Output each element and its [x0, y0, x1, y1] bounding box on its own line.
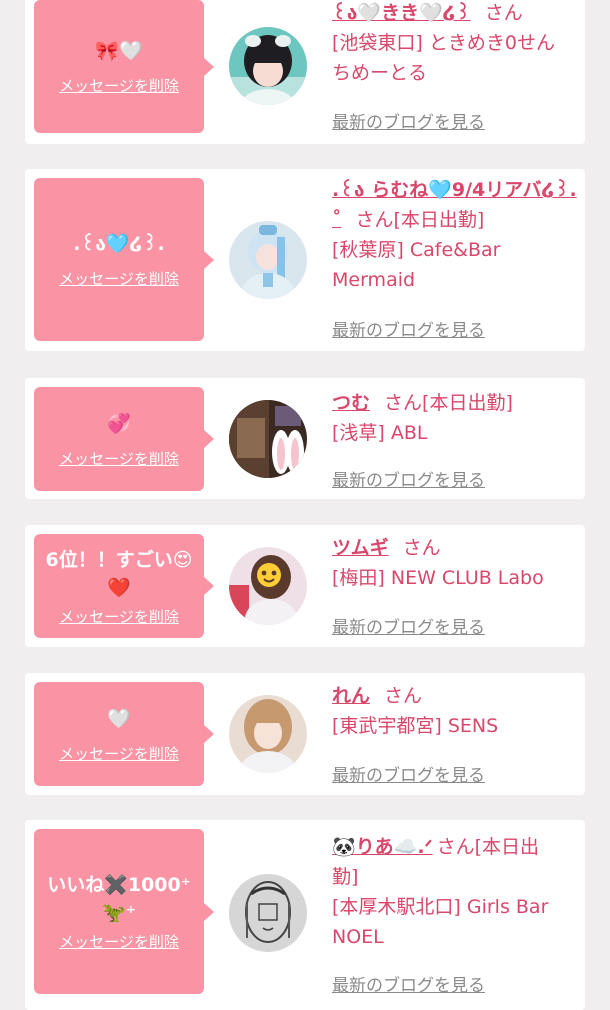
san-label: さん — [484, 2, 523, 24]
message-text-cont: ❤️ — [107, 576, 131, 599]
delete-message-link[interactable]: メッセージを削除 — [59, 606, 179, 627]
delete-message-link[interactable]: メッセージを削除 — [59, 268, 179, 289]
list-item: 💞 メッセージを削除 つむ さん[本日出勤] [浅草] ABL 最新のブログを見る — [25, 378, 585, 499]
girl-name-link-cont[interactable]: ˚ — [332, 209, 342, 231]
latest-blog-link[interactable]: 最新のブログを見る — [332, 613, 485, 638]
message-text-cont: 🦖⁺ — [102, 902, 136, 924]
shop-name-cont: Mermaid — [332, 269, 416, 291]
message-bubble: 6位！！すごい😍 ❤️ メッセージを削除 — [34, 534, 214, 638]
girl-name-link[interactable]: ツムギ — [332, 537, 389, 559]
message-bubble: いいね✖️1000⁺ 🦖⁺ メッセージを削除 — [34, 829, 214, 994]
message-bubble: .꒰ა🩵໒꒱. メッセージを削除 — [34, 178, 214, 341]
list-item: いいね✖️1000⁺ 🦖⁺ メッセージを削除 🐼りあ☁️.ᐟ さん[本日出 勤] … — [25, 820, 585, 1010]
avatar[interactable] — [229, 874, 307, 952]
san-label: さん — [355, 209, 394, 231]
latest-blog-link[interactable]: 最新のブログを見る — [332, 108, 485, 133]
message-bubble: 🤍 メッセージを削除 — [34, 682, 214, 786]
delete-message-link[interactable]: メッセージを削除 — [59, 75, 179, 96]
shop-name: [梅田] NEW CLUB Labo — [332, 567, 544, 589]
message-text: 🤍 — [107, 707, 131, 730]
shop-name-cont: NOEL — [332, 926, 384, 948]
avatar[interactable] — [229, 400, 307, 478]
girl-name-link[interactable]: つむ — [332, 392, 370, 414]
avatar[interactable] — [229, 547, 307, 625]
delete-message-link[interactable]: メッセージを削除 — [59, 743, 179, 764]
latest-blog-link[interactable]: 最新のブログを見る — [332, 466, 485, 491]
list-item: .꒰ა🩵໒꒱. メッセージを削除 .꒰ა らむね🩵9/4リアバ໒꒱. ˚ さん[本… — [25, 169, 585, 351]
shop-name: [浅草] ABL — [332, 422, 428, 444]
girl-name-link[interactable]: れん — [332, 685, 370, 707]
san-label: さん — [402, 537, 441, 559]
delete-message-link[interactable]: メッセージを削除 — [59, 448, 179, 469]
girl-name-link[interactable]: 🐼りあ☁️.ᐟ — [332, 836, 433, 858]
delete-message-link[interactable]: メッセージを削除 — [59, 931, 179, 952]
message-text: 🎀🤍 — [95, 40, 143, 62]
list-item: 🤍 メッセージを削除 れん さん [東武宇都宮] SENS 最新のブログを見る — [25, 673, 585, 795]
attendance-status: [本日出 — [474, 836, 540, 858]
message-bubble: 🎀🤍 メッセージを削除 — [34, 0, 214, 133]
message-bubble: 💞 メッセージを削除 — [34, 387, 214, 491]
san-label: さん — [384, 685, 423, 707]
list-item: 6位！！すごい😍 ❤️ メッセージを削除 ツムギ さん [梅田] NEW CLUB… — [25, 525, 585, 647]
girl-name-link[interactable]: ꒰ა🤍きき🤍໒꒱ — [332, 2, 471, 24]
shop-name: [秋葉原] Cafe&Bar — [332, 239, 501, 261]
attendance-status: [本日出勤] — [422, 392, 513, 414]
shop-name: [本厚木駅北口] Girls Bar — [332, 896, 549, 918]
avatar[interactable] — [229, 695, 307, 773]
san-label: さん — [384, 392, 423, 414]
avatar[interactable] — [229, 27, 307, 105]
latest-blog-link[interactable]: 最新のブログを見る — [332, 761, 485, 786]
girl-name-link[interactable]: .꒰ა らむね🩵9/4リアバ໒꒱. — [332, 179, 577, 201]
latest-blog-link[interactable]: 最新のブログを見る — [332, 971, 485, 996]
shop-name: [池袋東口] ときめき0せん — [332, 32, 555, 54]
san-label: さん — [436, 836, 475, 858]
message-text: .꒰ა🩵໒꒱. — [73, 233, 165, 255]
shop-name-cont: ちめーとる — [332, 62, 428, 84]
attendance-status-cont: 勤] — [332, 866, 359, 888]
message-text: 💞 — [107, 412, 131, 435]
latest-blog-link[interactable]: 最新のブログを見る — [332, 316, 485, 341]
attendance-status: [本日出勤] — [393, 209, 485, 231]
list-item: 🎀🤍 メッセージを削除 ꒰ა🤍きき🤍໒꒱ さん [池袋東口] ときめき0せん ちめ… — [25, 0, 585, 144]
message-text: 6位！！すごい😍 — [45, 548, 193, 571]
avatar[interactable] — [229, 221, 307, 299]
message-text: いいね✖️1000⁺ — [47, 874, 191, 896]
shop-name: [東武宇都宮] SENS — [332, 715, 499, 737]
